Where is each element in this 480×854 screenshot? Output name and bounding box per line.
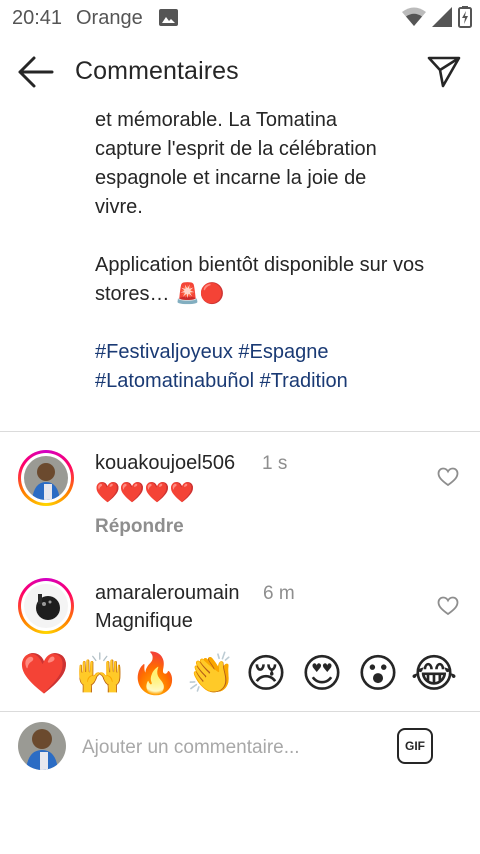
hashtag-link[interactable]: #Espagne <box>238 341 328 363</box>
heart-icon[interactable] <box>437 596 459 616</box>
hashtag-link[interactable]: #Latomatinabuñol <box>95 370 254 392</box>
comment-text: Magnifique <box>95 610 193 632</box>
comment-username[interactable]: amaraleroumain <box>95 582 240 605</box>
emoji-fire-button[interactable]: 🔥 <box>130 650 180 698</box>
avatar <box>18 722 66 770</box>
heart-icon[interactable] <box>437 467 459 487</box>
caption-line: capture l'esprit de la célébration <box>95 138 377 160</box>
comment-text: ❤️❤️❤️❤️ <box>95 482 195 504</box>
caption-line: et mémorable. La Tomatina <box>95 109 337 131</box>
comment-time: 1 s <box>262 453 288 474</box>
status-icons <box>402 6 472 28</box>
emoji-raised-hands-button[interactable]: 🙌 <box>75 650 125 698</box>
status-carrier: Orange <box>76 7 143 29</box>
status-time: 20:41 <box>12 7 63 29</box>
arrow-left-icon[interactable] <box>16 54 56 90</box>
emoji-surprised-button[interactable]: 😮 <box>354 650 402 698</box>
comment-item: amaraleroumain 6 m Magnifique <box>0 562 480 636</box>
paper-plane-icon[interactable] <box>426 54 462 90</box>
gif-button[interactable]: GIF <box>397 728 433 764</box>
page-title: Commentaires <box>75 57 239 85</box>
emoji-reaction-bar: ❤️ 🙌 🔥 👏 😢 😍 😮 😂 <box>0 636 480 712</box>
caption-line: vivre. <box>95 196 143 218</box>
user-photo-icon <box>24 456 68 500</box>
wifi-icon <box>402 7 426 26</box>
emoji-clap-button[interactable]: 👏 <box>186 650 236 698</box>
reply-button[interactable]: Répondre <box>95 516 184 538</box>
comment-username[interactable]: kouakoujoel506 <box>95 452 235 475</box>
user-photo-icon <box>24 584 68 628</box>
emoji-laughing-button[interactable]: 😂 <box>410 650 458 698</box>
comment-composer: GIF <box>0 712 480 782</box>
emoji-heart-eyes-button[interactable]: 😍 <box>298 650 346 698</box>
caption-line: espagnole et incarne la joie de <box>95 167 367 189</box>
hashtag-link[interactable]: #Festivaljoyeux <box>95 341 233 363</box>
image-icon <box>159 9 178 26</box>
caption-announcement: Application bientôt disponible sur vos s… <box>95 254 425 305</box>
hashtags: #Festivaljoyeux #Espagne #Latomatinabuño… <box>95 338 435 396</box>
comment-time: 6 m <box>263 583 295 604</box>
caption-area: et mémorable. La Tomatina capture l'espr… <box>0 92 480 432</box>
avatar[interactable] <box>18 578 74 634</box>
signal-icon <box>432 7 452 27</box>
emoji-crying-button[interactable]: 😢 <box>242 650 290 698</box>
emoji-heart-button[interactable]: ❤️ <box>19 650 69 698</box>
post-caption: et mémorable. La Tomatina capture l'espr… <box>95 92 435 396</box>
comment-input[interactable] <box>82 734 382 762</box>
comment-item: kouakoujoel506 1 s ❤️❤️❤️❤️ Répondre <box>0 432 480 562</box>
battery-charging-icon <box>458 6 472 28</box>
hashtag-link[interactable]: #Tradition <box>260 370 348 392</box>
avatar[interactable] <box>18 450 74 506</box>
user-photo-icon <box>18 722 66 770</box>
status-bar: 20:41 Orange <box>0 0 480 36</box>
